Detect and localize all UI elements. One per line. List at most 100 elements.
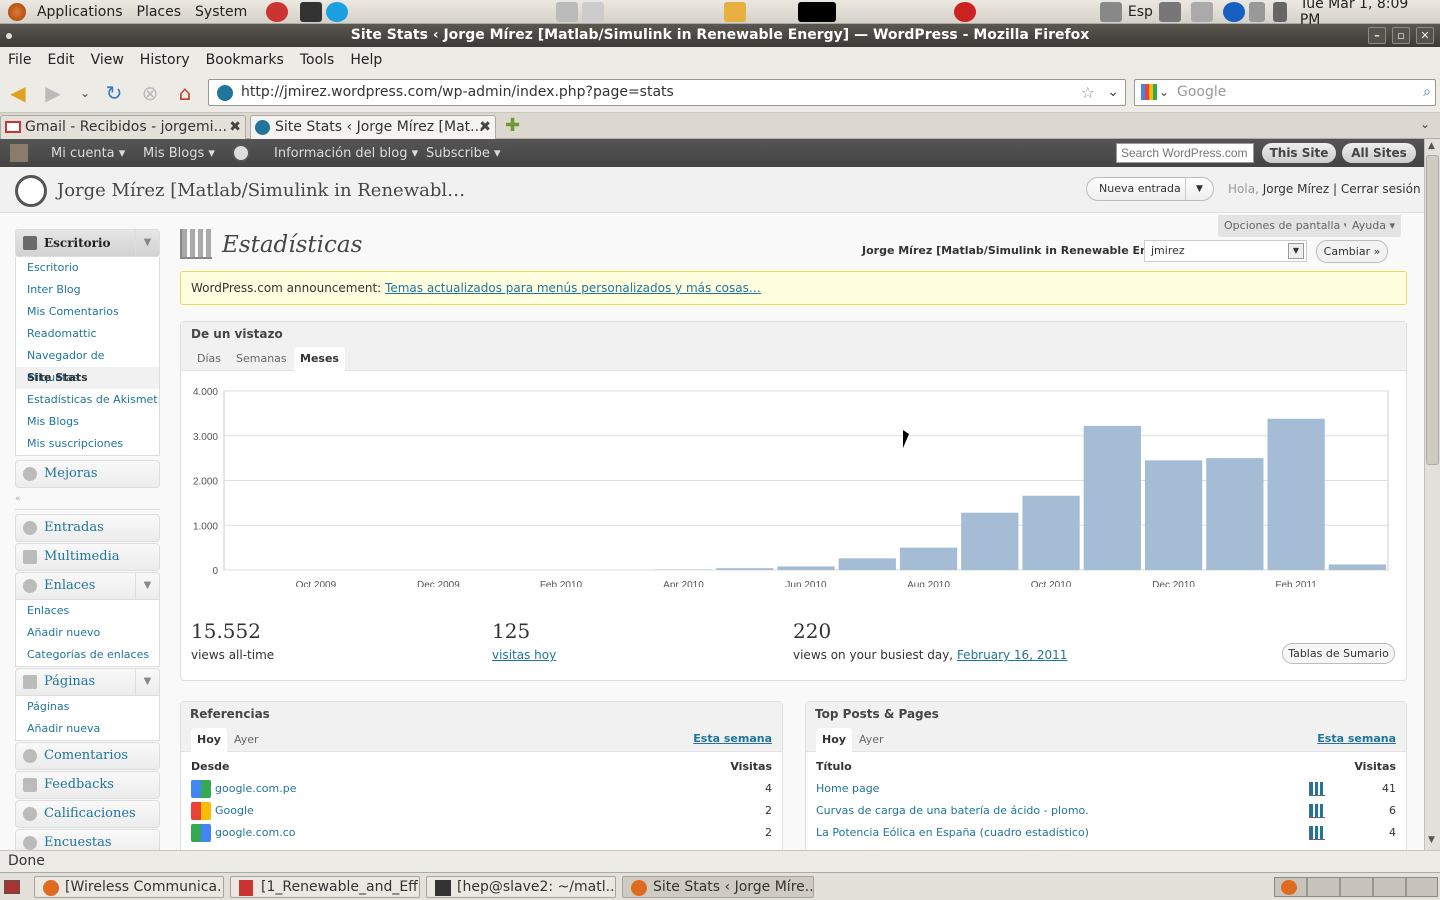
tab-site-stats[interactable]: Site Stats ‹ Jorge Mírez [Mat... ✖	[250, 115, 496, 139]
wp-search-input[interactable]	[1116, 143, 1254, 163]
referrer-link[interactable]: google.com.co	[215, 822, 296, 844]
minimize-button[interactable]: –	[1368, 27, 1386, 44]
submenu-escritorio[interactable]: Escritorio	[16, 257, 159, 279]
busiest-day-link[interactable]: February 16, 2011	[957, 648, 1067, 662]
sidebar-item-escritorio[interactable]: Escritorio ▼	[15, 229, 160, 257]
mi-cuenta-menu[interactable]: Mi cuenta ▾	[51, 146, 125, 161]
menu-help[interactable]: Help	[342, 52, 390, 68]
chevron-down-icon[interactable]: ▼	[1185, 178, 1213, 200]
url-text[interactable]: http://jmirez.wordpress.com/wp-admin/ind…	[241, 84, 674, 100]
terminal-icon[interactable]	[300, 1, 323, 22]
home-icon[interactable]: ⌂	[172, 81, 198, 105]
submenu-categorias-enlaces[interactable]: Categorías de enlaces	[16, 644, 159, 666]
sidebar-item-mejoras[interactable]: Mejoras	[15, 460, 160, 488]
submenu-akismet[interactable]: Estadísticas de Akismet	[16, 389, 159, 411]
submenu-mis-comentarios[interactable]: Mis Comentarios	[16, 301, 159, 323]
submenu-anadir-nueva[interactable]: Añadir nueva	[16, 718, 159, 740]
this-week-link[interactable]: Esta semana	[693, 732, 772, 745]
submenu-mis-blogs[interactable]: Mis Blogs	[16, 411, 159, 433]
search-icon[interactable]: ⌕	[1423, 80, 1431, 105]
submenu-readomattic[interactable]: Readomattic	[16, 323, 159, 345]
sidebar-item-encuestas[interactable]: Encuestas	[15, 829, 160, 850]
tab-meses[interactable]: Meses	[294, 347, 345, 371]
wordpress-logo-icon[interactable]	[232, 144, 250, 162]
all-sites-button[interactable]: All Sites	[1342, 143, 1416, 163]
chevron-down-icon[interactable]: ▼	[135, 573, 159, 599]
chart-bar[interactable]: Dec 2010	[1144, 460, 1203, 570]
stop-icon[interactable]	[266, 1, 289, 22]
tab-list-icon[interactable]: ⌄	[1420, 117, 1430, 131]
task-site-stats[interactable]: Site Stats ‹ Jorge Míre...	[622, 876, 814, 898]
help-button[interactable]: Ayuda ▾	[1346, 215, 1402, 237]
collapse-menu-icon[interactable]: «	[15, 488, 160, 510]
sidebar-item-feedbacks[interactable]: Feedbacks	[15, 771, 160, 799]
submenu-paginas[interactable]: Páginas	[16, 696, 159, 718]
skype-icon[interactable]	[326, 1, 349, 22]
this-week-link[interactable]: Esta semana	[1317, 732, 1396, 745]
close-window-button[interactable]: ✕	[1416, 27, 1434, 44]
task-firefox-wireless[interactable]: [Wireless Communica...	[34, 876, 224, 898]
tab-semanas[interactable]: Semanas	[230, 347, 293, 371]
new-tab-icon[interactable]: ✚	[505, 115, 520, 136]
window-menu-icon[interactable]	[6, 33, 12, 39]
chart-bar[interactable]: Mar 2011	[1328, 564, 1386, 570]
chevron-down-icon[interactable]: ▼	[135, 230, 159, 256]
close-tab-icon[interactable]: ✖	[479, 116, 491, 138]
chart-bar[interactable]: May 2010	[716, 568, 774, 570]
tab-ayer[interactable]: Ayer	[853, 728, 890, 752]
mail-icon[interactable]	[1190, 1, 1213, 22]
new-post-button[interactable]: Nueva entrada ▼	[1086, 177, 1214, 201]
applications-menu[interactable]: Applications	[30, 4, 130, 20]
sidebar-item-entradas[interactable]: Entradas	[15, 514, 160, 542]
menu-tools[interactable]: Tools	[292, 52, 343, 68]
user-link[interactable]: Jorge Mírez	[1263, 182, 1329, 196]
show-desktop-icon[interactable]	[4, 880, 20, 894]
chevron-down-icon[interactable]: ▼	[1288, 243, 1304, 259]
change-blog-button[interactable]: Cambiar »	[1316, 240, 1388, 263]
history-dropdown-icon[interactable]: ⌄	[72, 81, 98, 105]
chart-bar[interactable]: Jun 2010	[777, 566, 835, 570]
workspace-switcher[interactable]	[1274, 877, 1438, 897]
tab-hoy[interactable]: Hoy	[191, 728, 227, 752]
close-tab-icon[interactable]: ✖	[229, 116, 241, 138]
volume-icon[interactable]	[1272, 1, 1287, 22]
submenu-site-stats[interactable]: Site Stats	[16, 367, 159, 389]
submenu-mis-suscripciones[interactable]: Mis suscripciones	[16, 433, 159, 455]
search-engine-dropdown-icon[interactable]: ⌄	[1159, 80, 1169, 105]
chart-bar[interactable]: Oct 2010	[1022, 495, 1080, 570]
submenu-anadir-nuevo[interactable]: Añadir nuevo	[16, 622, 159, 644]
avatar[interactable]	[10, 144, 28, 162]
post-stats-icon[interactable]	[1309, 804, 1325, 818]
mis-blogs-menu[interactable]: Mis Blogs ▾	[143, 146, 215, 161]
keyboard-layout-icon[interactable]	[1099, 1, 1122, 22]
chart-bar[interactable]: Sep 2010	[961, 512, 1019, 570]
post-link[interactable]: Curvas de carga de una batería de ácido …	[816, 800, 1089, 822]
back-icon[interactable]: ◀	[5, 81, 31, 105]
tab-ayer[interactable]: Ayer	[228, 728, 265, 752]
post-link[interactable]: La Potencia Eólica en España (cuadro est…	[816, 822, 1089, 844]
network-icon[interactable]	[1248, 1, 1265, 22]
summary-tables-button[interactable]: Tablas de Sumario	[1282, 643, 1395, 664]
menu-history[interactable]: History	[132, 52, 198, 68]
logout-link[interactable]: Cerrar sesión	[1341, 182, 1421, 196]
screen-options-button[interactable]: Opciones de pantalla ▾	[1218, 215, 1356, 237]
maximize-button[interactable]: ▫	[1392, 27, 1410, 44]
bookmark-star-icon[interactable]: ☆	[1081, 80, 1095, 105]
ubuntu-foot-icon[interactable]	[8, 2, 26, 21]
info-blog-menu[interactable]: Información del blog ▾	[274, 146, 418, 161]
referrer-link[interactable]: google.com.pe	[215, 778, 297, 800]
task-terminal[interactable]: [hep@slave2: ~/matl...	[426, 876, 616, 898]
url-dropdown-icon[interactable]: ⌄	[1107, 80, 1119, 105]
sidebar-item-multimedia[interactable]: Multimedia	[15, 543, 160, 571]
task-pdf[interactable]: [1_Renewable_and_Eff...	[230, 876, 420, 898]
blog-title[interactable]: Jorge Mírez [Matlab/Simulink in Renewabl…	[57, 180, 465, 201]
this-site-button[interactable]: This Site	[1262, 143, 1336, 163]
reload-icon[interactable]: ↻	[101, 81, 127, 105]
submenu-enlaces[interactable]: Enlaces	[16, 600, 159, 622]
subscribe-menu[interactable]: Subscribe ▾	[426, 146, 501, 161]
sidebar-item-enlaces[interactable]: Enlaces ▼	[15, 572, 160, 600]
submenu-inter-blog[interactable]: Inter Blog	[16, 279, 159, 301]
post-stats-icon[interactable]	[1309, 826, 1325, 840]
post-stats-icon[interactable]	[1309, 782, 1325, 796]
power-icon[interactable]	[953, 1, 976, 22]
